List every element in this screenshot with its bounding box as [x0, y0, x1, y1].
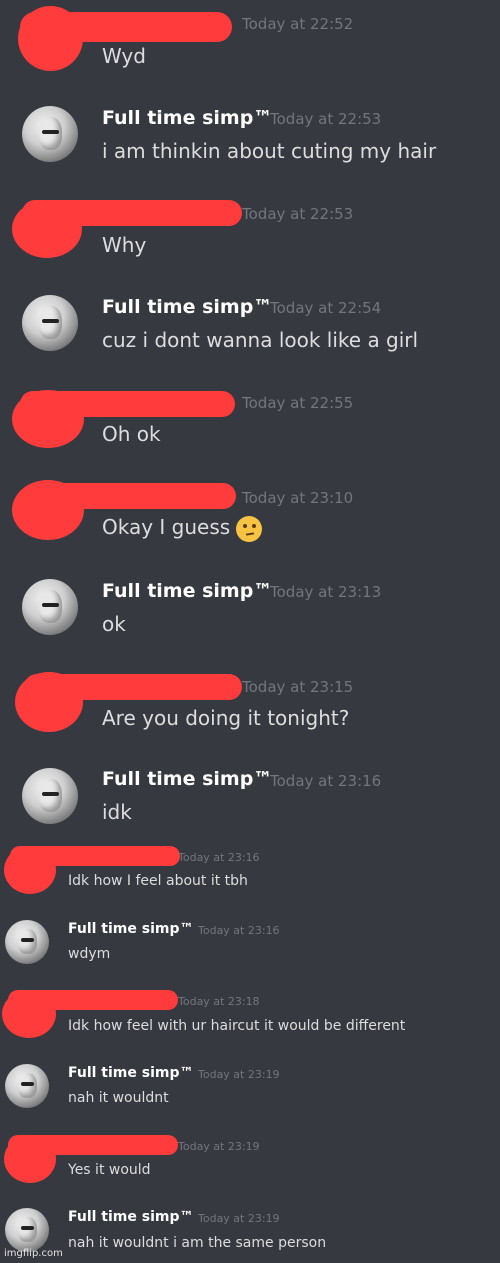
username[interactable]: Full time simp™	[102, 107, 272, 129]
message-timestamp: Today at 23:19	[178, 1140, 260, 1153]
message-text: Okay I guess	[102, 515, 263, 542]
message-text: Why	[102, 233, 147, 257]
message-text: ok	[102, 612, 126, 636]
message-text: i am thinkin about cuting my hair	[102, 139, 437, 163]
message-timestamp: Today at 23:19	[198, 1212, 280, 1225]
message-timestamp: Today at 23:15	[242, 678, 354, 696]
message-text: nah it wouldnt i am the same person	[68, 1235, 327, 1251]
message-text: cuz i dont wanna look like a girl	[102, 328, 419, 352]
message-text-content: Okay I guess	[102, 515, 231, 539]
message-timestamp: Today at 23:16	[198, 924, 280, 937]
message-timestamp: Today at 22:53	[270, 110, 382, 128]
redaction-mark	[10, 846, 180, 866]
avatar[interactable]	[22, 579, 78, 635]
username[interactable]: Full time simp™	[102, 580, 272, 602]
message-timestamp: Today at 22:54	[270, 299, 382, 317]
watermark: imgflip.com	[4, 1248, 63, 1259]
username[interactable]: Full time simp™	[68, 921, 194, 937]
avatar[interactable]	[22, 768, 78, 824]
message-timestamp: Today at 23:16	[270, 772, 382, 790]
redaction-mark	[24, 674, 242, 700]
redaction-mark	[20, 12, 232, 42]
message-text: Are you doing it tonight?	[102, 706, 350, 730]
username[interactable]: Full time simp™	[68, 1209, 194, 1225]
message-timestamp: Today at 23:16	[178, 851, 260, 864]
message-timestamp: Today at 22:52	[242, 15, 354, 33]
avatar[interactable]	[22, 295, 78, 351]
message-text: idk	[102, 800, 132, 824]
message-timestamp: Today at 22:53	[242, 205, 354, 223]
message-text: Idk how feel with ur haircut it would be…	[68, 1018, 406, 1034]
message-text: nah it wouldnt	[68, 1090, 169, 1106]
redaction-mark	[24, 483, 236, 509]
message-text: Oh ok	[102, 422, 161, 446]
message-timestamp: Today at 23:19	[198, 1068, 280, 1081]
redaction-mark	[8, 990, 178, 1010]
message-timestamp: Today at 23:18	[178, 995, 260, 1008]
username[interactable]: Full time simp™	[68, 1065, 194, 1081]
redaction-mark	[22, 200, 242, 226]
message-timestamp: Today at 23:10	[242, 489, 354, 507]
avatar[interactable]	[5, 1208, 49, 1252]
message-text: Yes it would	[68, 1162, 151, 1178]
thinking-face-icon	[236, 515, 263, 542]
redaction-mark	[20, 391, 235, 417]
message-timestamp: Today at 22:55	[242, 394, 354, 412]
username[interactable]: Full time simp™	[102, 768, 272, 790]
username[interactable]: Full time simp™	[102, 296, 272, 318]
redaction-mark	[8, 1135, 178, 1155]
message-text: Wyd	[102, 44, 146, 68]
message-timestamp: Today at 23:13	[270, 583, 382, 601]
avatar[interactable]	[5, 1064, 49, 1108]
message-text: wdym	[68, 946, 111, 962]
avatar[interactable]	[5, 920, 49, 964]
avatar[interactable]	[22, 106, 78, 162]
message-text: Idk how I feel about it tbh	[68, 873, 248, 889]
